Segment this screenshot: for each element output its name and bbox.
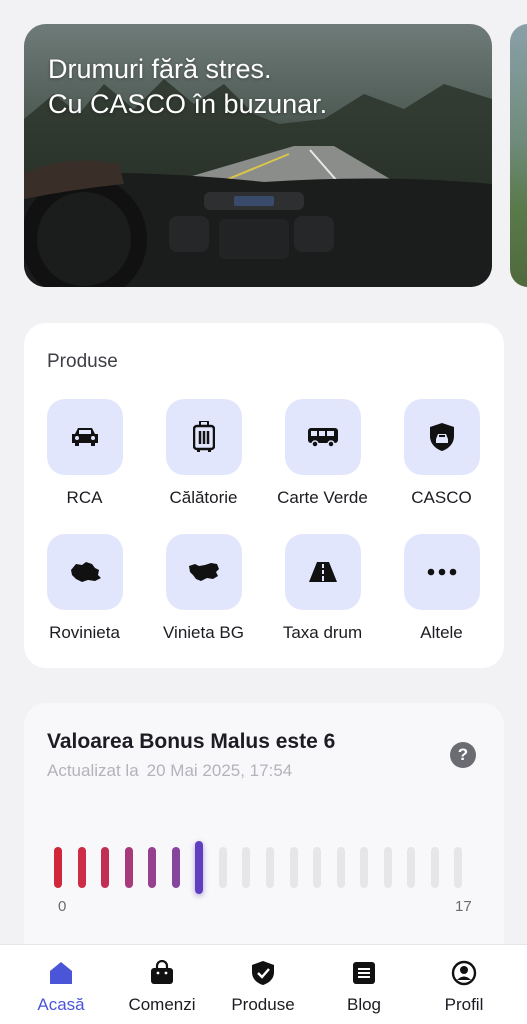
scale-tick xyxy=(336,847,345,888)
scale-tick xyxy=(148,847,157,888)
bonus-malus-updated: Actualizat la 20 Mai 2025, 17:54 xyxy=(47,761,293,780)
car-shield-icon xyxy=(404,399,480,475)
nav-profil[interactable]: Profil xyxy=(414,945,514,1024)
road-icon xyxy=(285,534,361,610)
blog-icon xyxy=(353,962,375,984)
scale-tick xyxy=(124,847,133,888)
more-dots-icon xyxy=(404,534,480,610)
bonus-malus-title: Valoarea Bonus Malus este 6 xyxy=(47,730,336,753)
help-icon[interactable]: ? xyxy=(450,742,476,768)
home-icon xyxy=(50,962,72,984)
product-altele[interactable]: Altele xyxy=(382,534,501,654)
product-calatorie[interactable]: Călătorie xyxy=(144,399,263,519)
bonus-malus-scale xyxy=(54,841,474,901)
scale-min-label: 0 xyxy=(58,898,67,915)
hero-title: Drumuri fără stres. Cu CASCO în buzunar. xyxy=(48,54,328,119)
scale-tick xyxy=(289,847,298,888)
scale-tick xyxy=(454,847,463,888)
shield-check-icon xyxy=(252,961,274,985)
nav-blog[interactable]: Blog xyxy=(314,945,414,1024)
scale-max-label: 17 xyxy=(455,898,472,915)
van-icon xyxy=(285,399,361,475)
car-icon xyxy=(47,399,123,475)
product-carte-verde[interactable]: Carte Verde xyxy=(263,399,382,519)
luggage-icon xyxy=(166,399,242,475)
nav-comenzi[interactable]: Comenzi xyxy=(112,945,212,1024)
product-vinieta-bg[interactable]: Vinieta BG xyxy=(144,534,263,654)
nav-acasa[interactable]: Acasă xyxy=(11,945,111,1024)
scale-tick xyxy=(54,847,62,888)
next-banner-peek[interactable] xyxy=(510,24,527,287)
scale-tick xyxy=(407,847,416,888)
scale-tick xyxy=(218,847,227,888)
romania-map-icon xyxy=(47,534,123,610)
bottom-nav: Acasă Comenzi Produse Blog Profil xyxy=(0,944,527,1024)
product-rovinieta[interactable]: Rovinieta xyxy=(25,534,144,654)
scale-tick xyxy=(430,847,439,888)
scale-tick xyxy=(242,847,251,888)
hero-banner[interactable]: Drumuri fără stres. Cu CASCO în buzunar. xyxy=(24,24,492,287)
shopping-bag-icon xyxy=(151,960,173,984)
home-screen: Drumuri fără stres. Cu CASCO în buzunar.… xyxy=(0,0,527,1024)
scale-tick xyxy=(383,847,392,888)
scale-tick xyxy=(101,847,110,888)
scale-tick xyxy=(77,847,86,888)
bonus-malus-card[interactable]: Valoarea Bonus Malus este 6 Actualizat l… xyxy=(24,703,504,963)
scale-tick xyxy=(265,847,274,888)
product-casco[interactable]: CASCO xyxy=(382,399,501,519)
scale-tick xyxy=(171,847,180,888)
scale-tick xyxy=(195,841,204,894)
scale-tick xyxy=(313,847,322,888)
products-card: Produse RCA Călătorie Carte Verde CASCO xyxy=(24,323,504,668)
profile-icon xyxy=(451,960,477,986)
product-rca[interactable]: RCA xyxy=(25,399,144,519)
nav-produse[interactable]: Produse xyxy=(213,945,313,1024)
product-taxa-drum[interactable]: Taxa drum xyxy=(263,534,382,654)
bulgaria-map-icon xyxy=(166,534,242,610)
scale-tick xyxy=(360,847,369,888)
products-section-title: Produse xyxy=(47,351,118,372)
